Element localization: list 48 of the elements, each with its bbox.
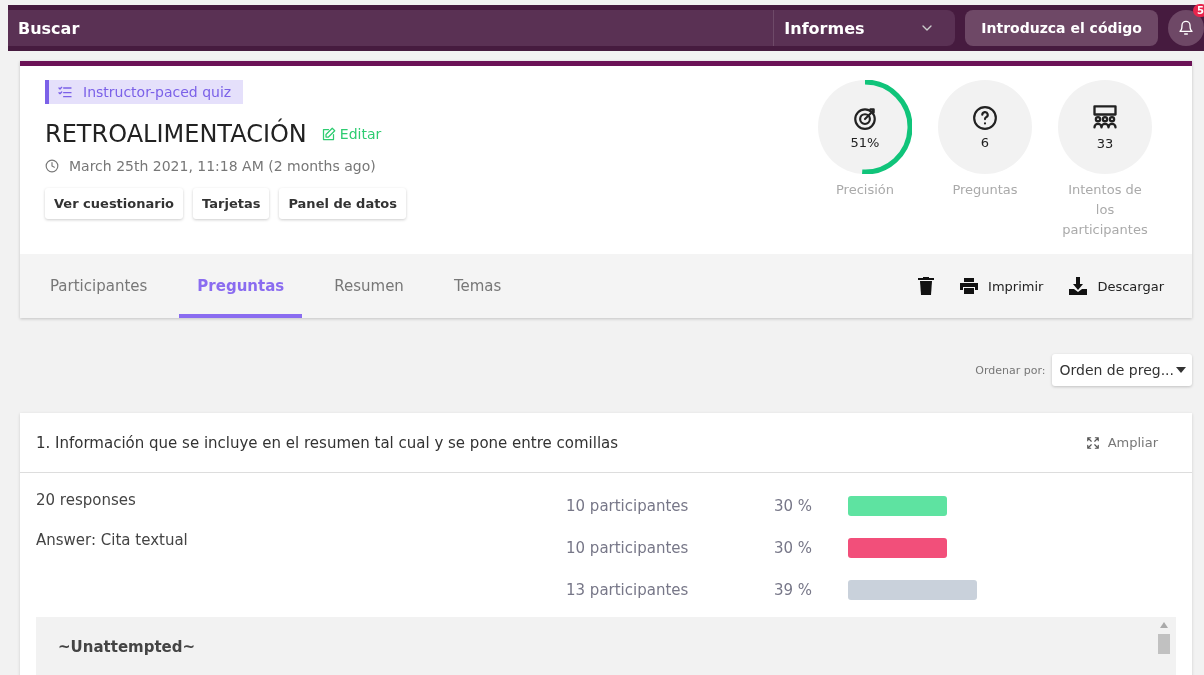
- search-label: Buscar: [18, 18, 80, 38]
- checklist-icon: [57, 84, 73, 100]
- percentage: 39 %: [774, 581, 814, 599]
- sort-dropdown[interactable]: Orden de preg...: [1051, 354, 1192, 386]
- stat-value: 6: [980, 134, 990, 150]
- enter-code-button[interactable]: Introduzca el código: [965, 10, 1158, 46]
- quiz-action-button[interactable]: Tarjetas: [193, 188, 270, 219]
- reports-dropdown[interactable]: Informes: [773, 10, 946, 46]
- stat-label: Precisión: [836, 181, 894, 199]
- download-icon: [1069, 277, 1088, 295]
- bell-icon: [1178, 20, 1194, 36]
- participant-count: 13 participantes: [566, 581, 690, 599]
- download-button[interactable]: Descargar: [1069, 277, 1164, 295]
- quiz-type-label: Instructor-paced quiz: [83, 84, 232, 100]
- participant-count: 10 participantes: [566, 497, 690, 515]
- search-bar[interactable]: Buscar Informes: [8, 10, 956, 46]
- help-icon: [972, 104, 998, 131]
- delete-button[interactable]: [918, 277, 935, 295]
- sort-label: Ordenar por:: [975, 363, 1046, 377]
- report-tab[interactable]: Resumen: [316, 254, 422, 318]
- caret-icon: [1176, 367, 1186, 373]
- percentage: 30 %: [774, 539, 814, 557]
- quiz-action-button[interactable]: Panel de datos: [279, 188, 407, 219]
- scroll-thumb[interactable]: [1158, 634, 1170, 654]
- print-button[interactable]: Imprimir: [960, 278, 1044, 294]
- report-tab[interactable]: Participantes: [32, 254, 166, 318]
- report-tab[interactable]: Temas: [435, 254, 520, 318]
- edit-icon: [320, 126, 336, 142]
- stat-label: Intentos de los participantes: [1061, 181, 1149, 239]
- stat-label: Preguntas: [952, 181, 1018, 199]
- stat-value: 33: [1096, 135, 1114, 151]
- responses-count: 20 responses: [36, 491, 137, 509]
- question-title: 1. Información que se incluye en el resumen tal cual y se pone entre comillas: [36, 433, 619, 452]
- notification-count: 5: [1193, 4, 1204, 17]
- correct-answer: Answer: Cita textual: [36, 531, 189, 549]
- trash-icon: [918, 277, 935, 295]
- quiz-date: March 25th 2021, 11:18 AM (2 months ago): [69, 158, 376, 174]
- unattempted-label: ~Unattempted~: [58, 638, 196, 656]
- percentage: 30 %: [774, 497, 814, 515]
- clock-icon: [45, 159, 59, 173]
- quiz-action-button[interactable]: Ver cuestionario: [45, 188, 184, 219]
- printer-icon: [960, 278, 979, 294]
- expand-icon: [1085, 435, 1100, 450]
- quiz-title: RETROALIMENTACIÓN: [45, 120, 307, 148]
- stat-value: 51%: [850, 134, 880, 150]
- participant-count: 10 participantes: [566, 539, 690, 557]
- expand-button[interactable]: Ampliar: [1079, 434, 1164, 451]
- scroll-up-icon: [1160, 622, 1168, 628]
